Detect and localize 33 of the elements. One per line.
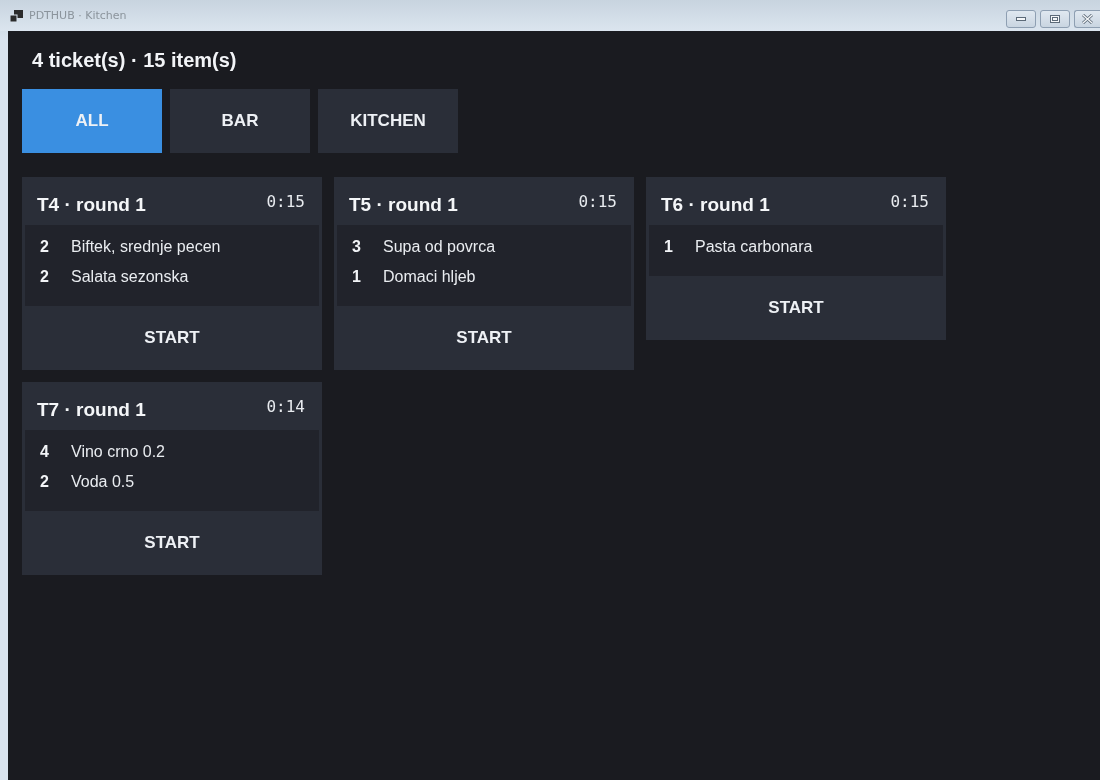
app-icon bbox=[10, 9, 23, 22]
item-quantity: 1 bbox=[351, 268, 362, 286]
ticket-title: T4 · round 1 bbox=[37, 194, 146, 216]
item-name: Biftek, srednje pecen bbox=[71, 238, 221, 256]
station-tab[interactable]: BAR bbox=[170, 89, 310, 153]
item-quantity: 4 bbox=[39, 443, 50, 461]
maximize-button[interactable] bbox=[1040, 10, 1070, 28]
restore-icon bbox=[1050, 15, 1060, 23]
minimize-button[interactable] bbox=[1006, 10, 1036, 28]
window-title: PDTHUB · Kitchen bbox=[29, 9, 127, 22]
close-button[interactable] bbox=[1074, 10, 1100, 28]
item-quantity: 2 bbox=[39, 238, 50, 256]
ticket-title: T5 · round 1 bbox=[349, 194, 458, 216]
ticket-timer: 0:15 bbox=[578, 192, 617, 211]
item-name: Supa od povrca bbox=[383, 238, 496, 256]
item-quantity: 2 bbox=[39, 473, 50, 491]
station-tab[interactable]: KITCHEN bbox=[318, 89, 458, 153]
minimize-icon bbox=[1016, 17, 1026, 21]
item-quantity: 3 bbox=[351, 238, 362, 256]
item-name: Pasta carbonara bbox=[695, 238, 813, 256]
close-icon bbox=[1082, 14, 1093, 24]
item-name: Voda 0.5 bbox=[71, 473, 135, 491]
ticket-title: T7 · round 1 bbox=[37, 399, 146, 421]
item-quantity: 1 bbox=[663, 238, 674, 256]
item-name: Domaci hljeb bbox=[383, 268, 476, 286]
ticket-title: T6 · round 1 bbox=[661, 194, 770, 216]
ticket-summary: 4 ticket(s) · 15 item(s) bbox=[32, 48, 238, 73]
ticket-timer: 0:15 bbox=[890, 192, 929, 211]
ticket-timer: 0:14 bbox=[266, 397, 305, 416]
item-name: Salata sezonska bbox=[71, 268, 189, 286]
ticket-timer: 0:15 bbox=[266, 192, 305, 211]
item-quantity: 2 bbox=[39, 268, 50, 286]
item-name: Vino crno 0.2 bbox=[71, 443, 165, 461]
